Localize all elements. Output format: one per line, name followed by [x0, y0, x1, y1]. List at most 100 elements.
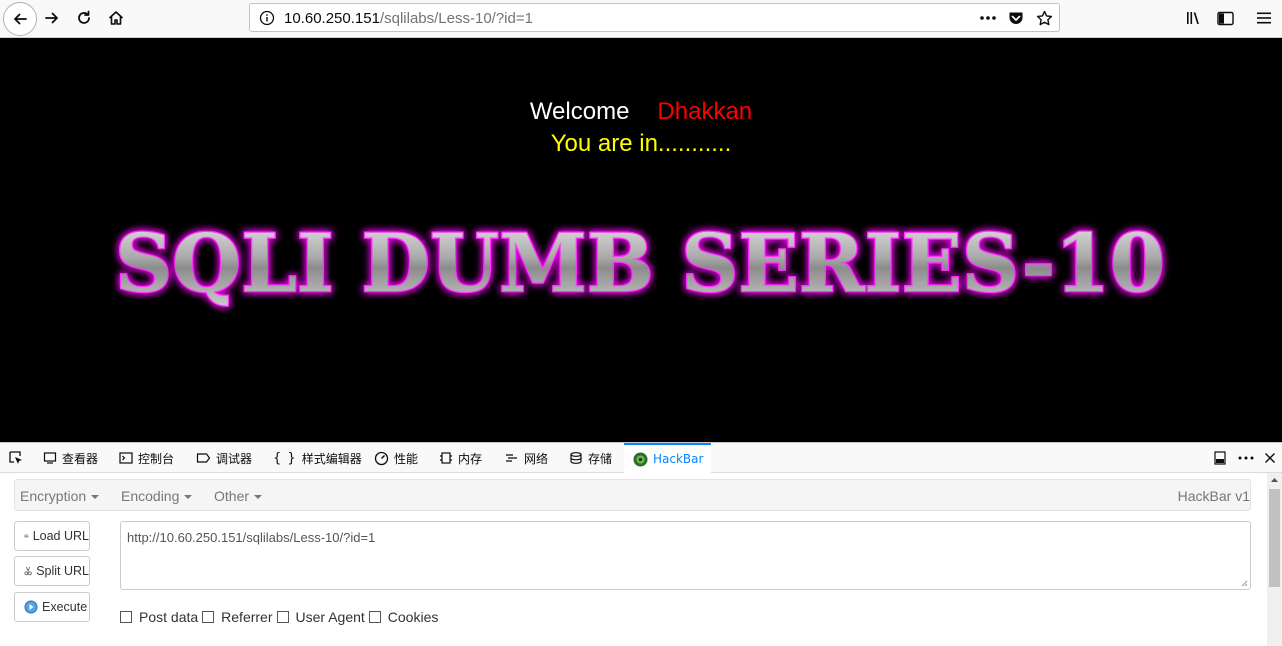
more-icon: [1238, 456, 1254, 460]
tab-performance[interactable]: 性能: [374, 443, 418, 473]
referrer-option[interactable]: Referrer: [202, 609, 273, 625]
split-url-icon: [24, 566, 32, 576]
storage-icon: [570, 452, 582, 464]
devtools-tabbar: 查看器 控制台 调试器 { } 样式编辑器 性能 内存 网络 存储 HackBa…: [0, 443, 1282, 473]
sqli-dumb-series-banner: SQLI DUMB SERIES-10: [114, 215, 1167, 312]
devtools-panel: 查看器 控制台 调试器 { } 样式编辑器 性能 内存 网络 存储 HackBa…: [0, 442, 1282, 646]
menu-label: Encryption: [20, 488, 87, 504]
scroll-up-icon[interactable]: [1267, 473, 1282, 487]
cookies-checkbox[interactable]: [368, 611, 381, 623]
info-icon[interactable]: [258, 10, 276, 26]
sidebar-icon: [1216, 11, 1234, 25]
page-viewport: Welcome Dhakkan You are in........... SQL…: [0, 38, 1282, 442]
menu-encoding[interactable]: Encoding: [121, 488, 193, 504]
banner-text: SQLI DUMB SERIES-10: [115, 216, 1165, 310]
library-button[interactable]: [1178, 3, 1210, 33]
devtools-more-button[interactable]: [1238, 443, 1254, 473]
username-text: Dhakkan: [657, 98, 753, 125]
reload-icon: [78, 10, 90, 24]
user-agent-option[interactable]: User Agent: [276, 609, 365, 625]
browser-toolbar: 10.60.250.151/sqlilabs/Less-10/?id=1: [0, 0, 1282, 38]
back-icon: [14, 13, 27, 25]
tab-hackbar[interactable]: HackBar: [624, 443, 712, 473]
network-icon: [506, 454, 517, 462]
split-url-button[interactable]: Split URL: [14, 556, 90, 586]
welcome-line: Welcome Dhakkan: [0, 98, 1282, 126]
user-agent-checkbox[interactable]: [276, 611, 289, 623]
welcome-text: Welcome: [529, 98, 630, 125]
tab-style-editor[interactable]: { } 样式编辑器: [273, 443, 362, 473]
home-button[interactable]: [100, 3, 132, 33]
menu-button[interactable]: [1248, 3, 1280, 33]
library-icon: [1187, 12, 1199, 25]
hackbar-url-textarea[interactable]: http://10.60.250.151/sqlilabs/Less-10/?i…: [120, 521, 1251, 590]
option-label: Post data: [139, 609, 199, 625]
scroll-thumb[interactable]: [1269, 489, 1280, 587]
referrer-checkbox[interactable]: [202, 611, 215, 623]
option-label: Cookies: [387, 609, 439, 625]
button-label: Split URL: [36, 564, 89, 578]
devtools-close-button[interactable]: [1264, 443, 1276, 473]
tab-network[interactable]: 网络: [505, 443, 548, 473]
dock-side-icon: [1214, 451, 1226, 465]
element-picker-icon: [9, 451, 22, 464]
back-button[interactable]: [3, 2, 37, 36]
address-bar[interactable]: 10.60.250.151/sqlilabs/Less-10/?id=1: [249, 3, 1060, 32]
cookies-option[interactable]: Cookies: [368, 609, 439, 625]
tab-label: HackBar: [653, 452, 704, 466]
tab-memory[interactable]: 内存: [439, 443, 482, 473]
console-icon: [119, 452, 133, 464]
hackbar-icon: [633, 452, 648, 466]
debugger-icon: [196, 453, 211, 463]
pocket-icon[interactable]: [1007, 10, 1025, 26]
execute-icon: [24, 600, 38, 614]
style-editor-icon: { }: [273, 450, 297, 466]
memory-icon: [440, 452, 452, 464]
tab-label: 查看器: [62, 451, 99, 466]
url-path: /sqlilabs/Less-10/?id=1: [379, 10, 533, 27]
tab-label: 样式编辑器: [301, 451, 362, 466]
menu-icon: [1257, 12, 1271, 24]
forward-icon: [45, 12, 58, 24]
execute-button[interactable]: Execute: [14, 592, 90, 622]
tab-storage[interactable]: 存储: [569, 443, 612, 473]
post-data-checkbox[interactable]: [120, 611, 132, 623]
bookmark-star-icon[interactable]: [1035, 10, 1053, 26]
caret-down-icon: [91, 495, 100, 500]
tab-console[interactable]: 控制台: [119, 443, 174, 473]
option-label: User Agent: [295, 609, 365, 625]
tab-label: 网络: [524, 451, 549, 466]
hackbar-options: Post data Referrer User Agent Cookies: [120, 607, 442, 627]
dock-toggle-button[interactable]: [1214, 443, 1226, 473]
load-url-button[interactable]: Load URL: [14, 521, 90, 551]
menu-encryption[interactable]: Encryption: [20, 488, 100, 504]
menu-label: Encoding: [121, 488, 180, 504]
url-host: 10.60.250.151: [284, 10, 380, 27]
hackbar-version: HackBar v1: [1177, 488, 1250, 504]
tab-inspector[interactable]: 查看器: [43, 443, 98, 473]
post-data-option[interactable]: Post data: [120, 609, 198, 625]
caret-down-icon: [184, 495, 193, 500]
caret-down-icon: [254, 495, 263, 500]
tab-label: 存储: [588, 451, 613, 466]
forward-button[interactable]: [36, 3, 68, 33]
tab-debugger[interactable]: 调试器: [196, 443, 252, 473]
hackbar-menubar: Encryption Encoding Other HackBar v1: [14, 479, 1251, 511]
tab-label: 控制台: [138, 451, 175, 466]
hackbar-url-value: http://10.60.250.151/sqlilabs/Less-10/?i…: [127, 530, 376, 545]
devtools-scrollbar[interactable]: [1267, 473, 1282, 646]
login-status-text: You are in...........: [550, 130, 732, 157]
reload-button[interactable]: [68, 3, 100, 33]
option-label: Referrer: [221, 609, 273, 625]
inspector-icon: [43, 452, 57, 464]
resize-grip-icon[interactable]: [1240, 579, 1248, 587]
tab-label: 性能: [394, 451, 419, 466]
tab-label: 内存: [458, 451, 483, 466]
sidebar-button[interactable]: [1209, 3, 1241, 33]
load-url-icon: [24, 534, 29, 538]
element-picker-button[interactable]: [8, 443, 24, 473]
url-text: 10.60.250.151/sqlilabs/Less-10/?id=1: [284, 10, 533, 27]
more-icon[interactable]: [979, 10, 997, 26]
close-icon: [1265, 453, 1275, 463]
menu-other[interactable]: Other: [214, 488, 263, 504]
